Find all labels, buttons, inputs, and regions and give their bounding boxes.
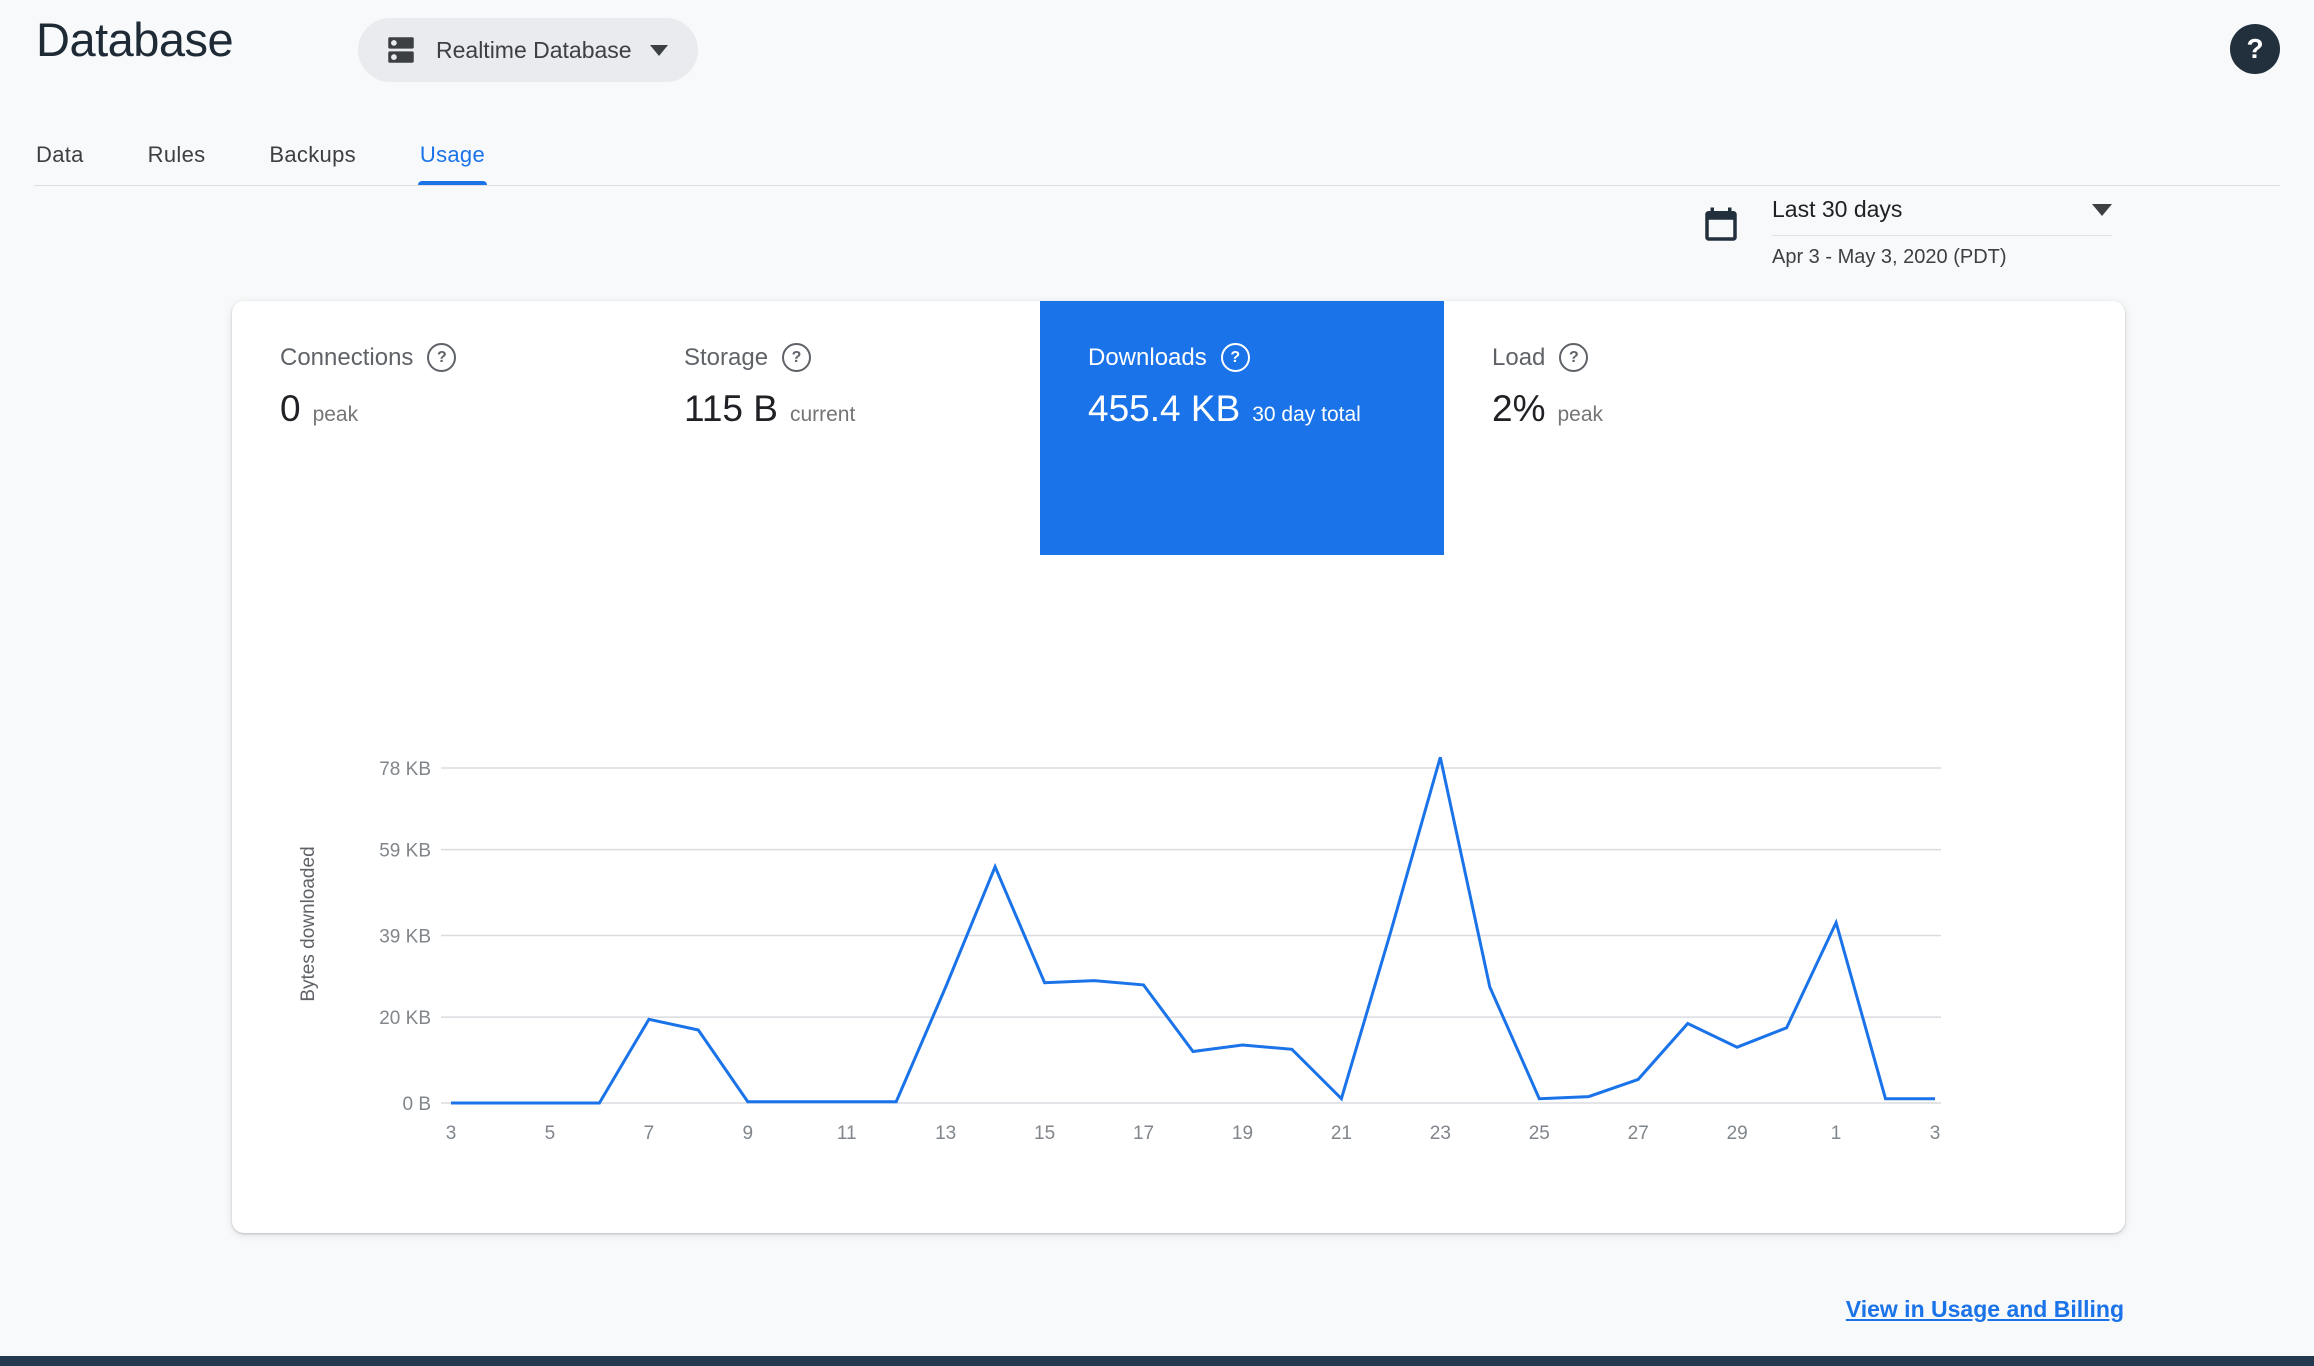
svg-text:3: 3	[1930, 1123, 1941, 1144]
svg-text:3: 3	[446, 1123, 457, 1144]
svg-text:25: 25	[1529, 1123, 1550, 1144]
page-title: Database	[36, 13, 234, 66]
date-range-label: Last 30 days	[1772, 196, 1903, 222]
bytes-downloaded-line-chart: 0 B20 KB39 KB59 KB78 KB3 5 7 9 11 13 15 17 19 21 2…	[298, 756, 1941, 1144]
svg-text:17: 17	[1133, 1123, 1154, 1144]
date-range-dropdown[interactable]: Last 30 days	[1772, 196, 2112, 236]
svg-text:23: 23	[1430, 1123, 1451, 1144]
metric-tabs: Connections ? 0 peak Storage ? 115 B cur…	[232, 301, 1848, 555]
svg-text:78 KB: 78 KB	[379, 759, 431, 780]
bottom-bar	[0, 1356, 2314, 1366]
dropdown-arrow-icon	[2092, 203, 2112, 216]
tab-rules[interactable]: Rules	[148, 124, 206, 185]
database-selector-label: Realtime Database	[436, 36, 632, 63]
question-mark-icon: ?	[2246, 33, 2264, 64]
tab-data[interactable]: Data	[36, 124, 84, 185]
svg-text:0 B: 0 B	[402, 1094, 431, 1115]
tab-backups[interactable]: Backups	[269, 124, 355, 185]
help-circle-icon[interactable]: ?	[782, 343, 812, 372]
calendar-icon	[1700, 204, 1742, 246]
metric-unit: 30 day total	[1252, 403, 1361, 426]
svg-text:21: 21	[1331, 1123, 1352, 1144]
metric-tab-load[interactable]: Load ? 2% peak	[1444, 301, 1848, 555]
firebase-database-usage-page: Database Realtime Database ? Data Rules …	[0, 0, 2314, 1366]
svg-text:19: 19	[1232, 1123, 1253, 1144]
metric-value: 0	[280, 388, 301, 429]
help-circle-icon[interactable]: ?	[1220, 343, 1250, 372]
svg-text:13: 13	[935, 1123, 956, 1144]
tabs-divider	[34, 185, 2280, 186]
metric-tab-connections[interactable]: Connections ? 0 peak	[232, 301, 636, 555]
help-button[interactable]: ?	[2230, 24, 2280, 74]
metric-value: 115 B	[684, 388, 778, 429]
metric-label: Connections	[280, 343, 414, 371]
svg-text:11: 11	[837, 1123, 857, 1144]
svg-text:15: 15	[1034, 1123, 1055, 1144]
nav-tabs: Data Rules Backups Usage	[36, 124, 488, 185]
svg-text:5: 5	[545, 1123, 556, 1144]
help-circle-icon[interactable]: ?	[427, 343, 457, 372]
metric-tab-storage[interactable]: Storage ? 115 B current	[636, 301, 1040, 555]
chevron-down-icon	[649, 44, 668, 56]
metric-unit: peak	[312, 403, 359, 426]
date-range-detail: Apr 3 - May 3, 2020 (PDT)	[1772, 246, 2007, 268]
database-selector-dropdown[interactable]: Realtime Database	[358, 18, 698, 82]
metric-unit: current	[789, 403, 856, 426]
metric-label: Storage	[684, 343, 769, 371]
svg-text:9: 9	[743, 1123, 754, 1144]
view-usage-billing-link[interactable]: View in Usage and Billing	[1846, 1296, 2124, 1323]
database-icon	[384, 33, 418, 67]
metric-value: 455.4 KB	[1088, 388, 1241, 429]
metric-tab-downloads[interactable]: Downloads ? 455.4 KB 30 day total	[1040, 301, 1444, 555]
help-circle-icon[interactable]: ?	[1559, 343, 1589, 372]
svg-text:59 KB: 59 KB	[379, 841, 431, 862]
svg-text:29: 29	[1727, 1123, 1748, 1144]
metric-value: 2%	[1492, 388, 1546, 429]
svg-text:Bytes downloaded: Bytes downloaded	[298, 846, 319, 1001]
svg-text:27: 27	[1628, 1123, 1649, 1144]
usage-card: Connections ? 0 peak Storage ? 115 B cur…	[232, 301, 2125, 1233]
metric-label: Load	[1492, 343, 1546, 371]
svg-text:7: 7	[644, 1123, 655, 1144]
metric-unit: peak	[1557, 403, 1604, 426]
metric-label: Downloads	[1088, 343, 1207, 371]
tab-usage[interactable]: Usage	[417, 124, 488, 185]
svg-text:1: 1	[1831, 1123, 1842, 1144]
svg-text:20 KB: 20 KB	[379, 1008, 431, 1029]
svg-text:39 KB: 39 KB	[379, 927, 431, 948]
